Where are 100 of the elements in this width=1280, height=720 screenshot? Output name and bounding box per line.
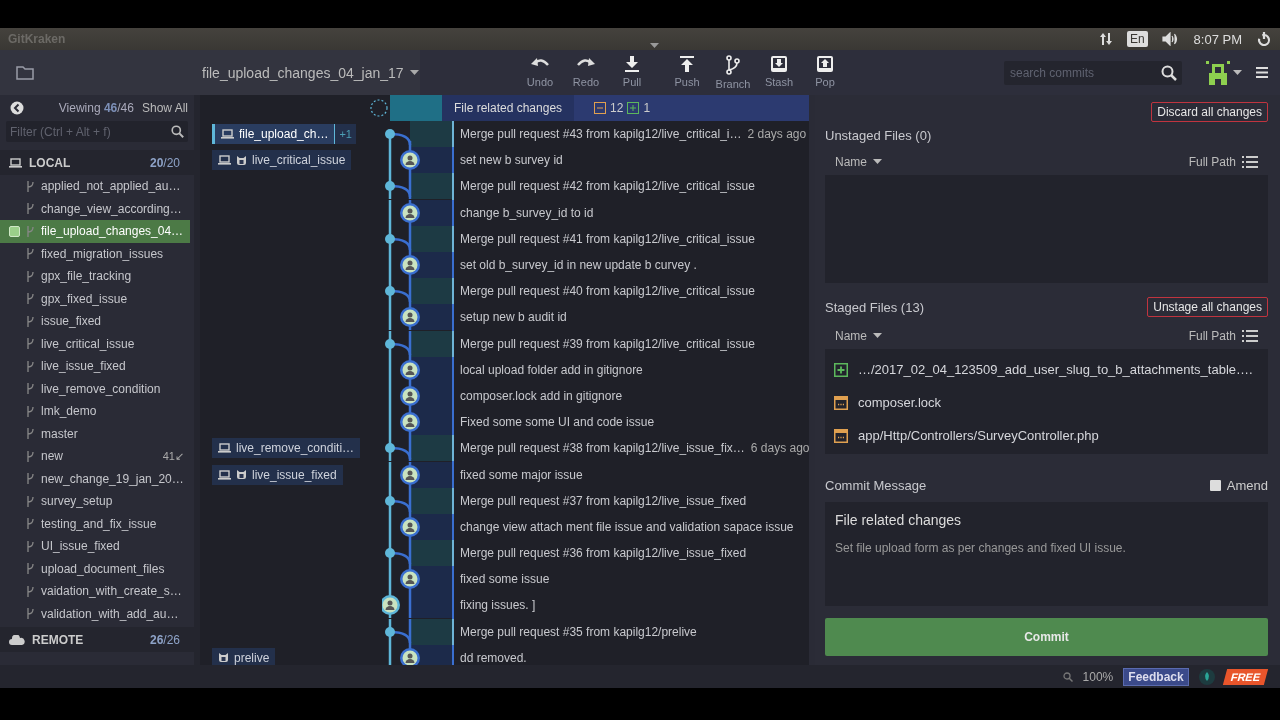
branch-item[interactable]: upload_document_files xyxy=(0,557,190,580)
branch-item[interactable]: applied_not_applied_au… xyxy=(0,175,190,198)
commit-message[interactable]: fixing issues. ] xyxy=(452,592,809,619)
stash-button[interactable]: Stash xyxy=(759,55,799,90)
commit-message[interactable]: Merge pull request #35 from kapilg12/prelive xyxy=(452,618,809,645)
branch-selector[interactable]: file_upload_changes_04_jan_17 xyxy=(202,64,419,81)
keyboard-layout[interactable]: En xyxy=(1126,31,1148,47)
sort-button[interactable]: Name xyxy=(835,155,882,169)
path-toggle[interactable]: Full Path xyxy=(1188,155,1236,169)
branch-button[interactable]: Branch xyxy=(713,55,753,90)
back-icon[interactable] xyxy=(10,101,24,115)
file-row[interactable]: composer.lock xyxy=(825,386,1268,419)
commit-message[interactable]: Merge pull request #37 from kapilg12/live_issue_fixed xyxy=(452,487,809,514)
commit-message[interactable]: Merge pull request #41 from kapilg12/live_critical_issue xyxy=(452,225,809,252)
branch-item[interactable]: file_upload_changes_04… xyxy=(0,220,190,243)
push-button[interactable]: Push xyxy=(667,55,707,90)
search-icon[interactable] xyxy=(171,125,184,138)
commit-message[interactable]: Merge pull request #39 from kapilg12/live_critical_issue xyxy=(452,330,809,357)
branch-item[interactable]: new 41↙ xyxy=(0,445,190,468)
commit-message[interactable]: fixed some major issue xyxy=(452,461,809,488)
filter-field[interactable]: Filter (Ctrl + Alt + f) xyxy=(6,121,188,142)
branch-label[interactable]: file_upload_ch… xyxy=(212,124,336,145)
folder-icon[interactable] xyxy=(16,65,34,80)
merge-node[interactable] xyxy=(382,225,452,252)
commit-message[interactable]: composer.lock add in gitignore xyxy=(452,382,809,410)
branch-item[interactable]: live_critical_issue xyxy=(0,332,190,355)
sort-button[interactable]: Name xyxy=(835,329,882,343)
merge-node[interactable] xyxy=(382,435,452,462)
merge-node[interactable] xyxy=(382,173,452,200)
feedback-button[interactable]: Feedback xyxy=(1123,667,1189,686)
merge-node[interactable] xyxy=(382,618,452,645)
amend-checkbox[interactable]: Amend xyxy=(1209,478,1268,493)
branch-label[interactable]: live_issue_fixed xyxy=(212,464,343,485)
branch-item[interactable]: gpx_file_tracking xyxy=(0,265,190,288)
branch-item[interactable]: change_view_according… xyxy=(0,197,190,220)
caret-icon[interactable] xyxy=(1233,69,1242,76)
commit-message[interactable]: change b_survey_id to id xyxy=(452,199,809,226)
commit-message[interactable]: set old b_survey_id in new update b curvey . xyxy=(452,251,809,279)
branch-item[interactable]: testing_and_fix_issue xyxy=(0,512,190,535)
branch-item[interactable]: fixed_migration_issues xyxy=(0,242,190,265)
file-row[interactable]: app/Http/Controllers/SurveyController.php xyxy=(825,419,1268,452)
path-toggle[interactable]: Full Path xyxy=(1188,329,1236,343)
minus-square-icon xyxy=(594,102,607,114)
branch-item[interactable]: validation_with_add_au… xyxy=(0,602,190,625)
branch-item[interactable]: new_change_19_jan_20… xyxy=(0,467,190,490)
commit-message[interactable]: Merge pull request #43 from kapilg12/live_critical_i… xyxy=(452,121,742,148)
power-icon[interactable] xyxy=(1256,31,1272,47)
list-view-icon[interactable] xyxy=(1242,330,1258,342)
merge-node[interactable] xyxy=(382,487,452,514)
pop-button[interactable]: Pop xyxy=(805,55,845,90)
branch-item[interactable]: live_remove_condition xyxy=(0,377,190,400)
plan-badge[interactable]: FREE xyxy=(1222,668,1269,685)
commit-message[interactable]: Merge pull request #36 from kapilg12/live_issue_fixed xyxy=(452,540,809,567)
list-view-icon[interactable] xyxy=(1242,156,1258,168)
search-icon[interactable] xyxy=(1161,64,1177,81)
clock[interactable]: 8:07 PM xyxy=(1193,31,1242,47)
wip-summary[interactable]: File related changes xyxy=(442,95,575,121)
branch-item[interactable]: vaidation_with_create_s… xyxy=(0,580,190,603)
section-header[interactable]: LOCAL 20/20 xyxy=(0,150,194,175)
pull-button[interactable]: Pull xyxy=(612,55,652,90)
branch-label[interactable]: live_remove_conditi… xyxy=(212,438,361,459)
commit-message-field[interactable]: File related changes Set file upload form as per changes and fixed UI issue. xyxy=(825,502,1268,606)
branch-item[interactable]: survey_setup xyxy=(0,490,190,513)
commit-message[interactable]: Merge pull request #38 from kapilg12/live_issue_fix… xyxy=(452,435,745,462)
zoom-level[interactable]: 100% xyxy=(1082,669,1114,684)
undo-button[interactable]: Undo xyxy=(520,55,560,90)
commit-message[interactable]: change view attach ment file issue and validation sapace issue xyxy=(452,513,809,540)
commit-message[interactable]: fixed some issue xyxy=(452,566,809,593)
commit-message[interactable]: local upload folder add in gitignore xyxy=(452,356,809,383)
network-icon[interactable] xyxy=(1098,32,1113,46)
drop-icon[interactable] xyxy=(1198,668,1215,685)
unstage-button[interactable]: Unstage all changes xyxy=(1147,297,1268,317)
branch-label[interactable]: prelive xyxy=(212,647,276,665)
file-row[interactable]: …/2017_02_04_123509_add_user_slug_to_b_attachments_table…. xyxy=(825,353,1268,386)
commit-message[interactable]: Merge pull request #40 from kapilg12/live_critical_issue xyxy=(452,278,809,305)
menu-icon[interactable] xyxy=(1256,67,1268,78)
avatar-node[interactable] xyxy=(382,592,452,619)
commit-message[interactable]: Merge pull request #42 from kapilg12/live_critical_issue xyxy=(452,173,809,200)
redo-button[interactable]: Redo xyxy=(566,55,606,90)
branch-item[interactable]: gpx_fixed_issue xyxy=(0,287,190,310)
branch-item[interactable]: master xyxy=(0,422,190,445)
search-field[interactable]: search commits xyxy=(1004,60,1182,85)
commit-message[interactable]: set new b survey id xyxy=(452,147,809,174)
merge-node[interactable] xyxy=(382,121,452,148)
discard-button[interactable]: Discard all changes xyxy=(1151,102,1268,122)
branch-label[interactable]: live_critical_issue xyxy=(212,150,352,171)
show-all-link[interactable]: Show All xyxy=(137,101,188,115)
more-refs-tag[interactable]: +1 xyxy=(335,124,356,145)
merge-node[interactable] xyxy=(382,278,452,305)
volume-icon[interactable] xyxy=(1161,32,1180,46)
merge-node[interactable] xyxy=(382,330,452,357)
branch-item[interactable]: UI_issue_fixed xyxy=(0,535,190,558)
merge-node[interactable] xyxy=(382,540,452,567)
commit-message[interactable]: Fixed some some UI and code issue xyxy=(452,409,809,436)
branch-item[interactable]: lmk_demo xyxy=(0,400,190,423)
section-header[interactable]: REMOTE 26/26 xyxy=(0,627,194,652)
pixel-avatar-icon[interactable] xyxy=(1206,60,1230,85)
branch-item[interactable]: issue_fixed xyxy=(0,310,190,333)
commit-message[interactable]: setup new b audit id xyxy=(452,304,809,331)
branch-item[interactable]: live_issue_fixed xyxy=(0,355,190,378)
